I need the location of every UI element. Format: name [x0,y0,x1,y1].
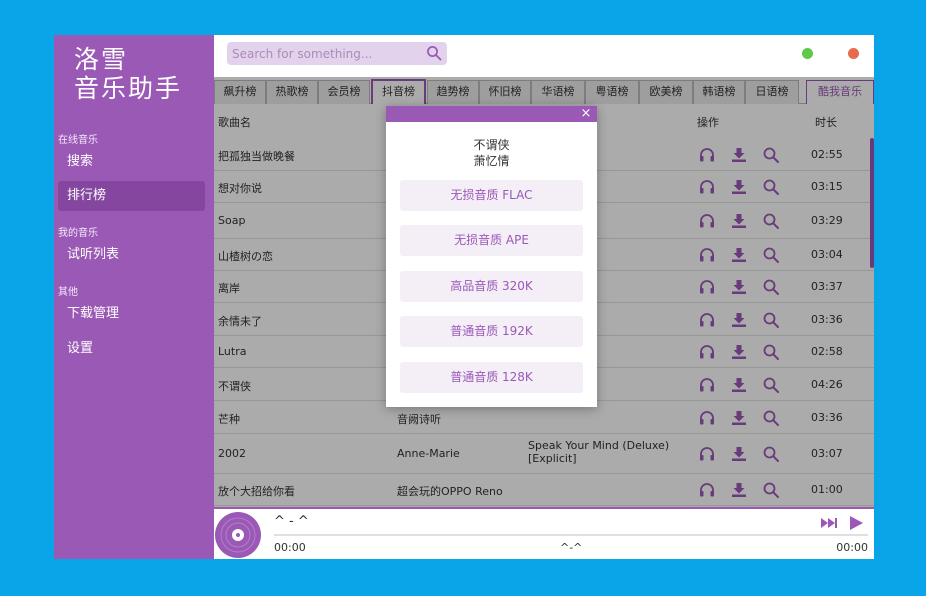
progress-bar[interactable] [274,534,868,536]
logo-line-1: 洛雪 [74,45,129,74]
total-time: 00:00 [836,541,868,554]
search-box [227,42,447,65]
quality-flac-button[interactable]: 无损音质 FLAC [400,180,583,211]
album-disc-icon [214,511,262,559]
header [214,35,874,77]
dialog-titlebar: × [386,106,597,122]
dialog-artist-name: 萧忆情 [473,154,510,168]
next-track-icon[interactable] [820,515,838,531]
quality-128k-button[interactable]: 普通音质 128K [400,362,583,393]
app-logo: 洛雪 音乐助手 [74,45,182,103]
quality-192k-button[interactable]: 普通音质 192K [400,316,583,347]
logo-line-2: 音乐助手 [74,74,183,103]
play-icon[interactable] [847,515,865,531]
close-button[interactable] [848,48,859,59]
minimize-button[interactable] [802,48,813,59]
sidebar-item-charts[interactable]: 排行榜 [58,181,205,211]
player-center-text: ^-^ [560,541,583,554]
sidebar-item-settings[interactable]: 设置 [58,334,205,364]
current-time: 00:00 [274,541,306,554]
sidebar: 洛雪 音乐助手 在线音乐 搜索 排行榜 我的音乐 试听列表 其他 下载管理 设置 [54,35,214,559]
sidebar-section-other: 其他 [58,287,78,298]
dialog-close-icon[interactable]: × [579,106,593,122]
sidebar-item-search[interactable]: 搜索 [58,147,205,177]
player-bar: ^ - ^ 00:00 ^-^ 00:00 [214,507,874,559]
quality-320k-button[interactable]: 高品音质 320K [400,271,583,302]
search-input[interactable] [232,45,417,62]
sidebar-section-online: 在线音乐 [58,135,98,146]
dialog-song-name: 不谓侠 [473,138,510,152]
sidebar-section-mine: 我的音乐 [58,228,98,239]
sidebar-item-playlist[interactable]: 试听列表 [58,240,205,270]
quality-dialog: × 不谓侠 萧忆情 无损音质 FLAC 无损音质 APE 高品音质 320K 普… [386,106,597,407]
quality-ape-button[interactable]: 无损音质 APE [400,225,583,256]
sidebar-item-downloads[interactable]: 下载管理 [58,299,205,329]
now-playing-title: ^ - ^ [274,514,309,529]
search-icon[interactable] [426,45,442,61]
